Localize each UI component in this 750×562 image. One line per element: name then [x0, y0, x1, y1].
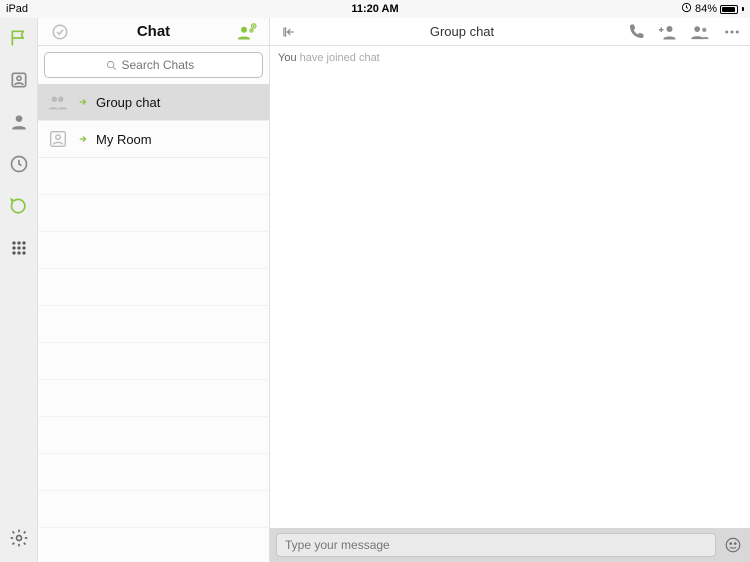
call-icon[interactable] — [626, 22, 646, 42]
person-icon[interactable] — [9, 112, 29, 132]
chat-item-label: My Room — [96, 132, 152, 147]
system-msg-you: You — [278, 52, 297, 64]
list-row-empty — [38, 158, 269, 195]
emoji-icon[interactable] — [722, 534, 744, 556]
composer — [270, 528, 750, 562]
dialpad-icon[interactable] — [9, 238, 29, 258]
list-row-empty — [38, 491, 269, 528]
search-icon — [106, 60, 117, 71]
chat-header-actions — [626, 22, 742, 42]
gear-icon[interactable] — [9, 528, 29, 548]
list-row-empty — [38, 343, 269, 380]
chat-title: Group chat — [298, 24, 626, 39]
chat-item-group[interactable]: Group chat — [38, 84, 269, 121]
add-person-icon[interactable] — [658, 22, 678, 42]
chat-pane: Group chat You have joined chat — [270, 18, 750, 562]
arrow-in-icon — [78, 95, 88, 110]
more-icon[interactable] — [722, 22, 742, 42]
system-msg-text: have joined chat — [300, 52, 380, 64]
chat-item-myroom[interactable]: My Room — [38, 121, 269, 158]
group-avatar-icon — [46, 90, 70, 114]
filter-toggle-icon[interactable] — [46, 18, 74, 46]
message-input[interactable] — [276, 533, 716, 557]
battery-pct: 84% — [695, 3, 717, 15]
chat-header: Group chat — [270, 18, 750, 46]
search-input[interactable] — [44, 52, 263, 78]
clock: 11:20 AM — [6, 3, 744, 15]
status-right: 84% — [681, 2, 744, 16]
search-wrap — [38, 46, 269, 84]
list-row-empty — [38, 269, 269, 306]
collapse-icon[interactable] — [278, 22, 298, 42]
orientation-lock-icon — [681, 2, 692, 16]
messages-area: You have joined chat — [270, 46, 750, 528]
room-avatar-icon — [46, 127, 70, 151]
app-root: Chat Group chat — [0, 18, 750, 562]
arrow-in-icon — [78, 132, 88, 147]
flag-icon[interactable] — [9, 28, 29, 48]
chat-list-header: Chat — [38, 18, 269, 46]
chat-list-pane: Chat Group chat — [38, 18, 270, 562]
nav-rail — [0, 18, 38, 562]
status-bar: iPad 11:20 AM 84% — [0, 0, 750, 18]
list-row-empty — [38, 454, 269, 491]
chat-bubble-icon[interactable] — [9, 196, 29, 216]
history-icon[interactable] — [9, 154, 29, 174]
new-group-icon[interactable] — [233, 18, 261, 46]
chat-item-label: Group chat — [96, 95, 160, 110]
battery-icon — [720, 5, 738, 14]
list-row-empty — [38, 232, 269, 269]
list-row-empty — [38, 195, 269, 232]
participants-icon[interactable] — [690, 22, 710, 42]
contacts-icon[interactable] — [9, 70, 29, 90]
list-row-empty — [38, 380, 269, 417]
list-row-empty — [38, 417, 269, 454]
list-row-empty — [38, 306, 269, 343]
search-field[interactable] — [122, 58, 202, 72]
chat-list-title: Chat — [74, 23, 233, 40]
device-label: iPad — [6, 3, 28, 15]
